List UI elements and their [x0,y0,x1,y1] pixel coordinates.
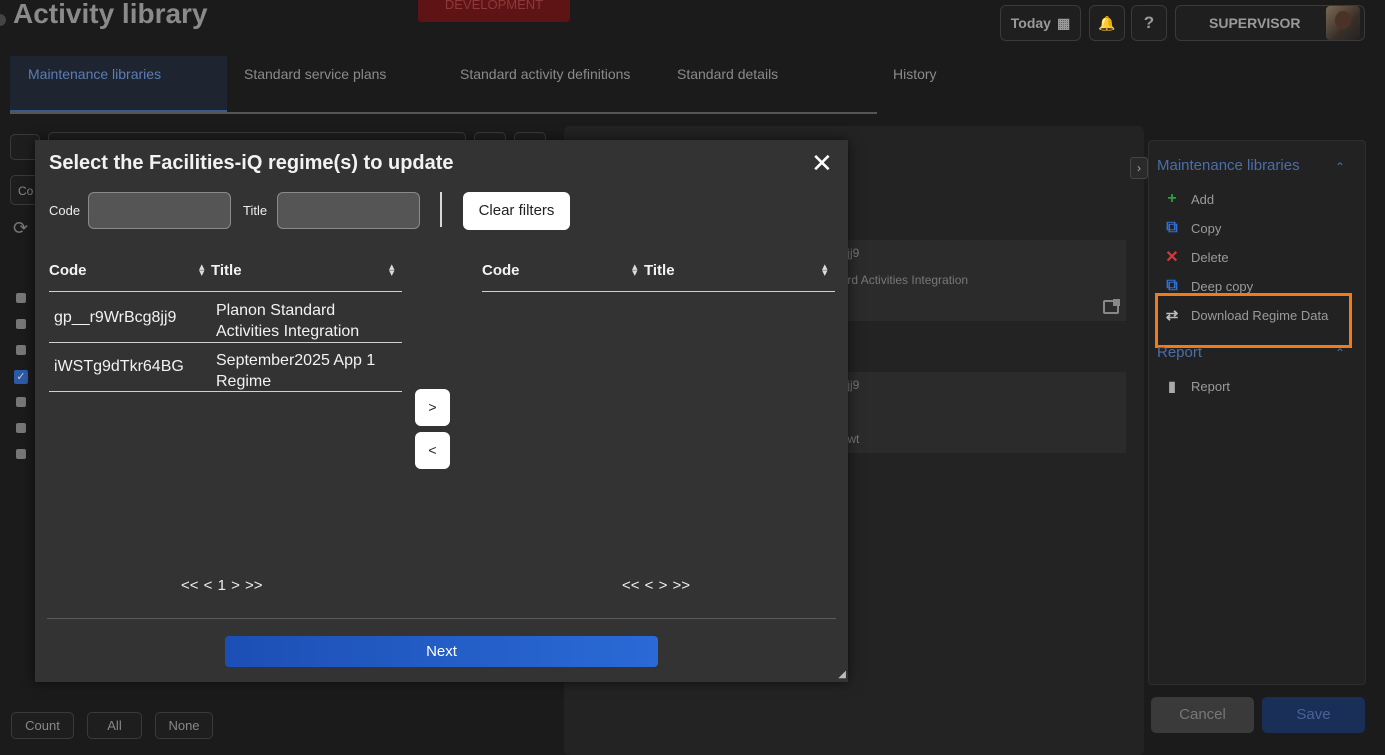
notifications-button[interactable]: 🔔 [1089,5,1125,41]
save-button[interactable]: Save [1262,697,1365,733]
page-title: Activity library [13,0,208,29]
tab-standard-details[interactable]: Standard details [677,66,778,82]
environment-badge: DEVELOPMENT [418,0,570,22]
detail-field[interactable]: o0wt [834,426,1126,453]
divider [440,192,442,227]
cancel-button[interactable]: Cancel [1151,697,1254,733]
x-icon: ✕ [1165,249,1179,266]
today-button[interactable]: Today ▦ [1000,5,1081,41]
right-code-header[interactable]: Code [482,262,520,279]
highlight-box [1155,293,1352,348]
code-filter-label: Code [49,203,81,218]
title-filter-input[interactable] [277,192,420,229]
clear-filters-button[interactable]: Clear filters [463,192,570,230]
bell-icon: 🔔 [1098,14,1116,31]
tab-maintenance-libraries[interactable]: Maintenance libraries [28,66,161,82]
row-checkbox[interactable] [16,345,26,355]
right-title-header[interactable]: Title [644,262,675,279]
row-divider [49,391,402,392]
chevron-right-icon[interactable]: › [1130,157,1148,179]
avatar[interactable] [1326,6,1360,40]
detail-field[interactable]: g8jj9 [834,240,1126,267]
sort-icon[interactable]: ▴ ▾ [389,262,395,279]
add-label: Add [1191,191,1215,207]
tab-history[interactable]: History [893,66,937,82]
left-title-header[interactable]: Title [211,262,242,279]
count-button[interactable]: Count [11,712,74,739]
title-filter-label: Title [243,203,268,218]
chevron-up-icon[interactable]: ⌃ [1335,346,1345,360]
tab-standard-service-plans[interactable]: Standard service plans [244,66,386,82]
resize-handle-icon[interactable]: ◢ [838,669,846,680]
plus-icon: + [1167,190,1177,207]
popout-icon[interactable] [1103,299,1120,314]
row-checkbox[interactable] [16,319,26,329]
report-label: Report [1191,378,1231,394]
sort-icon[interactable]: ▴ ▾ [632,262,638,279]
section-maintenance-libraries[interactable]: Maintenance libraries [1157,157,1300,174]
row-checkbox[interactable] [16,423,26,433]
collapse-dot[interactable] [0,14,6,26]
help-button[interactable]: ? [1131,5,1167,41]
row-checkbox[interactable] [16,449,26,459]
row-code: gp__r9WrBcg8jj9 [54,309,177,326]
detail-field[interactable] [834,294,1126,321]
move-right-button[interactable]: > [415,389,450,426]
detail-field[interactable]: g8jj9 [834,372,1126,399]
none-button[interactable]: None [155,712,213,739]
deep-copy-label: Deep copy [1191,278,1254,294]
row-title: September2025 App 1 Regime [216,352,376,390]
delete-action[interactable]: ✕ Delete [1163,247,1229,267]
active-tab-bg [10,56,227,112]
move-left-button[interactable]: < [415,432,450,469]
user-label: SUPERVISOR [1209,15,1301,31]
close-icon[interactable]: ✕ [811,150,833,176]
today-label: Today [1010,15,1051,31]
regime-select-dialog: Select the Facilities-iQ regime(s) to up… [35,140,848,682]
code-filter-input[interactable] [88,192,231,229]
tab-standard-activity-definitions[interactable]: Standard activity definitions [460,66,630,82]
sort-icon[interactable]: ▴ ▾ [199,262,205,279]
copy-label: Copy [1191,220,1222,236]
left-pager[interactable]: << < 1 > >> [181,577,263,594]
header-underline [482,291,835,292]
row-code: iWSTg9dTkr64BG [54,358,184,375]
document-icon: ▮ [1168,377,1176,394]
next-button[interactable]: Next [225,636,658,667]
copy-action[interactable]: ⧉ Copy [1163,218,1221,238]
all-button[interactable]: All [87,712,142,739]
detail-field[interactable] [834,399,1126,426]
chevron-up-icon[interactable]: ⌃ [1335,160,1345,174]
delete-label: Delete [1191,249,1229,265]
left-code-header[interactable]: Code [49,262,87,279]
detail-field[interactable]: dard Activities Integration [834,267,1126,294]
row-divider [49,342,402,343]
right-pager[interactable]: << < > >> [622,577,690,594]
dialog-title: Select the Facilities-iQ regime(s) to up… [49,152,454,174]
row-checkbox[interactable] [16,293,26,303]
calendar-icon: ▦ [1056,14,1071,31]
question-icon: ? [1143,13,1155,32]
tab-bar: Maintenance libraries Standard service p… [10,56,937,114]
row-checkbox-checked[interactable]: ✓ [14,370,28,384]
header-underline [49,291,402,292]
add-action[interactable]: + Add [1163,189,1214,209]
row-title: Planon Standard Activities Integration [216,302,360,340]
refresh-icon[interactable]: ⟳ [13,218,28,239]
copy-icon: ⧉ [1166,219,1178,236]
report-action[interactable]: ▮ Report [1163,376,1230,396]
section-report[interactable]: Report [1157,344,1202,361]
footer-divider [47,618,836,619]
row-checkbox[interactable] [16,397,26,407]
sort-icon[interactable]: ▴ ▾ [822,262,828,279]
